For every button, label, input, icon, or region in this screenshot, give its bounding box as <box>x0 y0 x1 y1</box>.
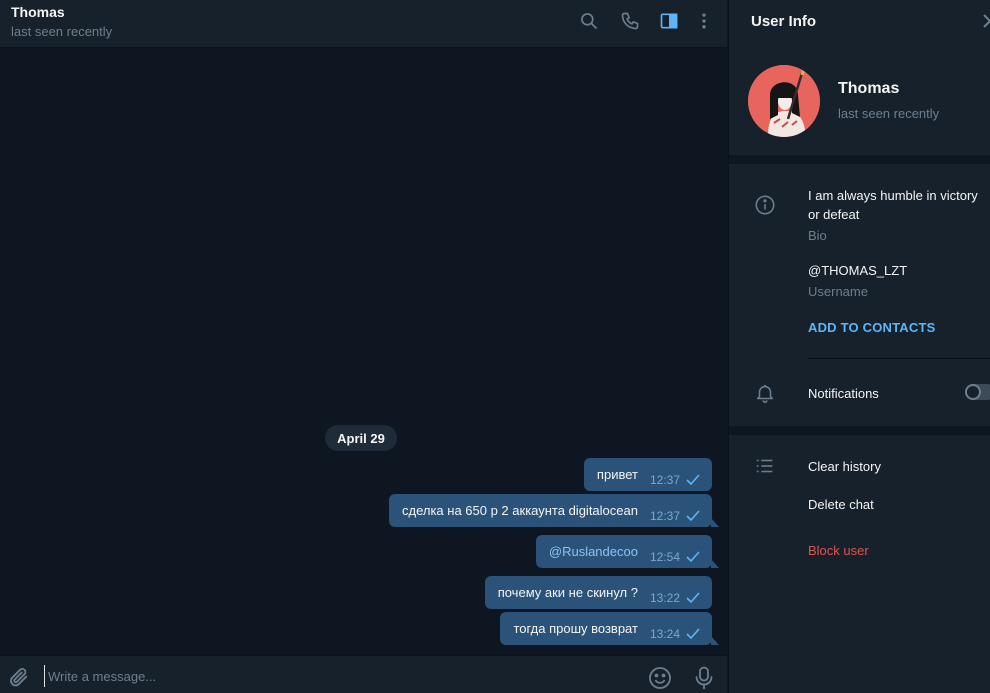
bell-icon <box>753 381 777 405</box>
message-text: привет <box>596 467 638 482</box>
message-bubble[interactable]: сделка на 650 р 2 аккаунта digitalocean … <box>388 494 720 527</box>
profile-name: Thomas <box>838 80 900 97</box>
search-icon[interactable] <box>578 10 600 32</box>
username-text[interactable]: @THOMAS_LZT <box>808 263 907 278</box>
close-icon[interactable] <box>983 12 990 30</box>
message-time: 13:22 <box>649 590 680 605</box>
message-bubble[interactable]: тогда прошу возврат 13:24 <box>500 612 719 645</box>
check-icon <box>686 591 700 603</box>
clear-history-button[interactable]: Clear history <box>808 459 881 474</box>
bio-text: I am always humble in victory or defeat <box>808 188 978 222</box>
chat-header: Thomas last seen recently <box>0 0 727 48</box>
message-text: сделка на 650 р 2 аккаунта digitalocean <box>401 503 638 518</box>
emoji-icon[interactable] <box>648 666 672 690</box>
date-separator: April 29 <box>325 425 397 451</box>
check-icon <box>686 627 700 639</box>
avatar[interactable] <box>748 65 820 137</box>
notifications-toggle[interactable] <box>965 384 990 400</box>
message-list[interactable]: April 29 привет 12:37 сделка на 650 р 2 … <box>0 48 727 655</box>
message-text: почему аки не скинул ? <box>497 585 638 600</box>
paperclip-icon[interactable] <box>8 666 30 688</box>
add-to-contacts-button[interactable]: ADD TO CONTACTS <box>808 320 935 335</box>
phone-icon[interactable] <box>619 10 641 32</box>
message-composer <box>0 655 727 693</box>
message-bubble[interactable]: @Ruslandecoo 12:54 <box>535 535 720 568</box>
check-icon <box>686 509 700 521</box>
bio-label: Bio <box>808 228 827 243</box>
check-icon <box>686 550 700 562</box>
chat-status: last seen recently <box>11 24 113 39</box>
message-time: 12:54 <box>649 549 680 564</box>
block-user-button[interactable]: Block user <box>808 543 869 558</box>
panel-title: User Info <box>751 13 817 30</box>
microphone-icon[interactable] <box>694 666 714 690</box>
section-divider <box>729 426 990 435</box>
notifications-label: Notifications <box>808 386 879 401</box>
message-bubble[interactable]: почему аки не скинул ? 13:22 <box>484 576 712 609</box>
info-icon <box>753 193 777 217</box>
message-input[interactable] <box>44 665 624 687</box>
message-time: 12:37 <box>649 472 680 487</box>
chat-area: Thomas last seen recently April 29 приве… <box>0 0 727 693</box>
sidebar-toggle-icon[interactable] <box>658 10 680 32</box>
profile-status: last seen recently <box>838 106 940 121</box>
delete-chat-button[interactable]: Delete chat <box>808 497 874 512</box>
mention-link[interactable]: @Ruslandecoo <box>549 544 638 559</box>
check-icon <box>686 473 700 485</box>
chat-title[interactable]: Thomas <box>11 4 65 20</box>
list-icon <box>753 454 777 478</box>
divider <box>808 358 990 359</box>
user-info-panel: User Info Thomas last seen recently I am… <box>728 0 990 693</box>
message-bubble[interactable]: привет 12:37 <box>583 458 712 491</box>
username-label: Username <box>808 284 868 299</box>
message-time: 13:24 <box>649 626 680 641</box>
message-text: тогда прошу возврат <box>513 621 638 636</box>
toggle-knob <box>965 384 981 400</box>
more-vertical-icon[interactable] <box>693 10 715 32</box>
section-divider <box>729 155 990 164</box>
message-time: 12:37 <box>649 508 680 523</box>
